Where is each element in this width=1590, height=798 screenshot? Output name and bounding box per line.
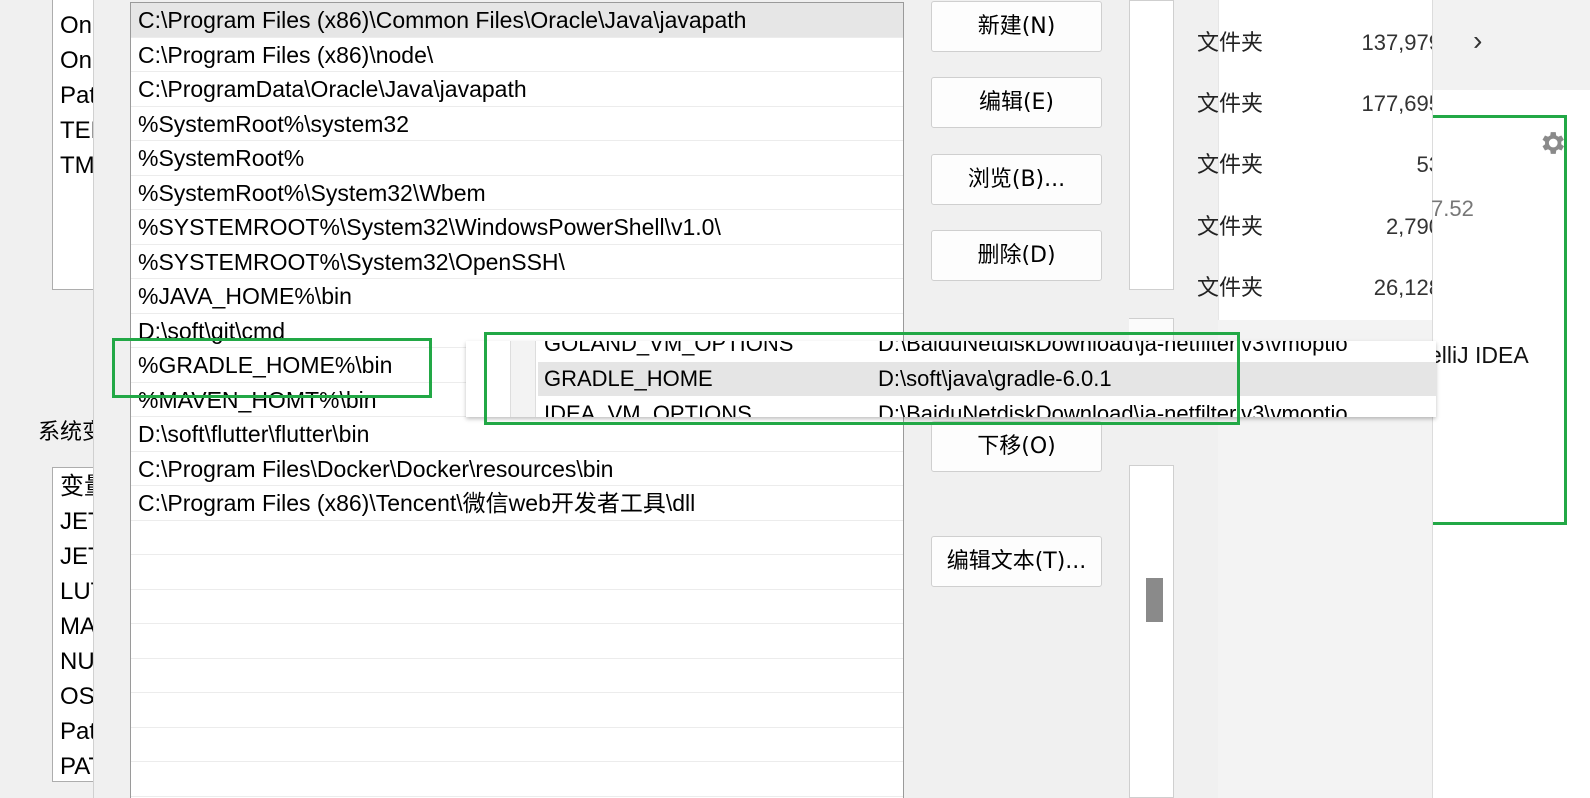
move-down-button[interactable]: 下移(O) xyxy=(931,421,1102,472)
list-item[interactable]: NU xyxy=(60,647,95,677)
path-entry[interactable]: C:\ProgramData\Oracle\Java\javapath xyxy=(131,72,903,107)
empty-row[interactable] xyxy=(131,659,903,693)
list-item[interactable]: On xyxy=(60,46,92,76)
file-type: 文件夹 xyxy=(1197,214,1264,239)
list-item[interactable]: On xyxy=(60,11,92,41)
new-button[interactable]: 新建(N) xyxy=(931,1,1102,52)
background-list xyxy=(1129,465,1174,798)
path-entry[interactable]: %SYSTEMROOT%\System32\WindowsPowerShell\… xyxy=(131,210,903,245)
file-type: 文件夹 xyxy=(1197,91,1264,116)
empty-row[interactable] xyxy=(131,762,903,797)
list-item[interactable]: MA xyxy=(60,612,96,642)
highlight-box xyxy=(1433,115,1567,525)
highlight-box-gradle-var xyxy=(484,332,1240,425)
empty-row[interactable] xyxy=(131,693,903,728)
empty-row[interactable] xyxy=(131,555,903,590)
idea-header: ‹ xyxy=(1433,0,1590,90)
file-type: 文件夹 xyxy=(1197,30,1264,55)
path-entry[interactable]: %SYSTEMROOT%\System32\OpenSSH\ xyxy=(131,245,903,279)
path-entry[interactable]: %JAVA_HOME%\bin xyxy=(131,279,903,314)
file-row[interactable]: 文件夹 137,979 xyxy=(1197,23,1441,63)
file-size: 26,128 xyxy=(1373,275,1441,300)
chevron-icon[interactable]: ‹ xyxy=(1473,28,1482,60)
edit-text-button[interactable]: 编辑文本(T)... xyxy=(931,536,1102,587)
path-entry[interactable]: %SystemRoot% xyxy=(131,141,903,176)
path-entry[interactable]: C:\Program Files (x86)\Common Files\Orac… xyxy=(131,3,903,38)
path-entry[interactable]: C:\Program Files (x86)\node\ xyxy=(131,38,903,72)
file-type: 文件夹 xyxy=(1197,152,1264,177)
scrollbar-thumb[interactable] xyxy=(1146,578,1163,622)
list-item[interactable]: OS xyxy=(60,682,95,712)
file-row[interactable]: 文件夹 53 xyxy=(1197,145,1441,185)
path-entry[interactable]: C:\Program Files (x86)\Tencent\微信web开发者工… xyxy=(131,486,903,521)
idea-settings-fragment: ‹ 7.52 elliJ IDEA xyxy=(1429,0,1590,798)
empty-row[interactable] xyxy=(131,521,903,555)
file-type: 文件夹 xyxy=(1197,275,1264,300)
path-entry[interactable]: %SystemRoot%\System32\Wbem xyxy=(131,176,903,210)
file-row[interactable]: 文件夹 2,790 xyxy=(1197,207,1441,247)
empty-row[interactable] xyxy=(131,590,903,624)
edit-button[interactable]: 编辑(E) xyxy=(931,77,1102,128)
background-panel xyxy=(1129,0,1174,290)
highlight-box-gradle-bin xyxy=(112,338,432,398)
file-row[interactable]: 文件夹 26,128 xyxy=(1197,268,1441,308)
path-entry[interactable]: C:\Program Files\Docker\Docker\resources… xyxy=(131,452,903,486)
file-row[interactable]: 文件夹 177,695 xyxy=(1197,84,1441,124)
file-explorer-fragment: 文件夹 137,979 文件夹 177,695 文件夹 53 文件夹 2,790… xyxy=(1197,0,1441,320)
list-item[interactable]: Pat xyxy=(60,81,96,111)
browse-button[interactable]: 浏览(B)... xyxy=(931,154,1102,205)
file-size: 137,979 xyxy=(1361,30,1441,55)
file-size: 177,695 xyxy=(1361,91,1441,116)
list-item[interactable]: Pat xyxy=(60,717,96,747)
delete-button[interactable]: 删除(D) xyxy=(931,230,1102,281)
empty-row[interactable] xyxy=(131,624,903,659)
path-entry[interactable]: %SystemRoot%\system32 xyxy=(131,107,903,141)
empty-row[interactable] xyxy=(131,728,903,762)
